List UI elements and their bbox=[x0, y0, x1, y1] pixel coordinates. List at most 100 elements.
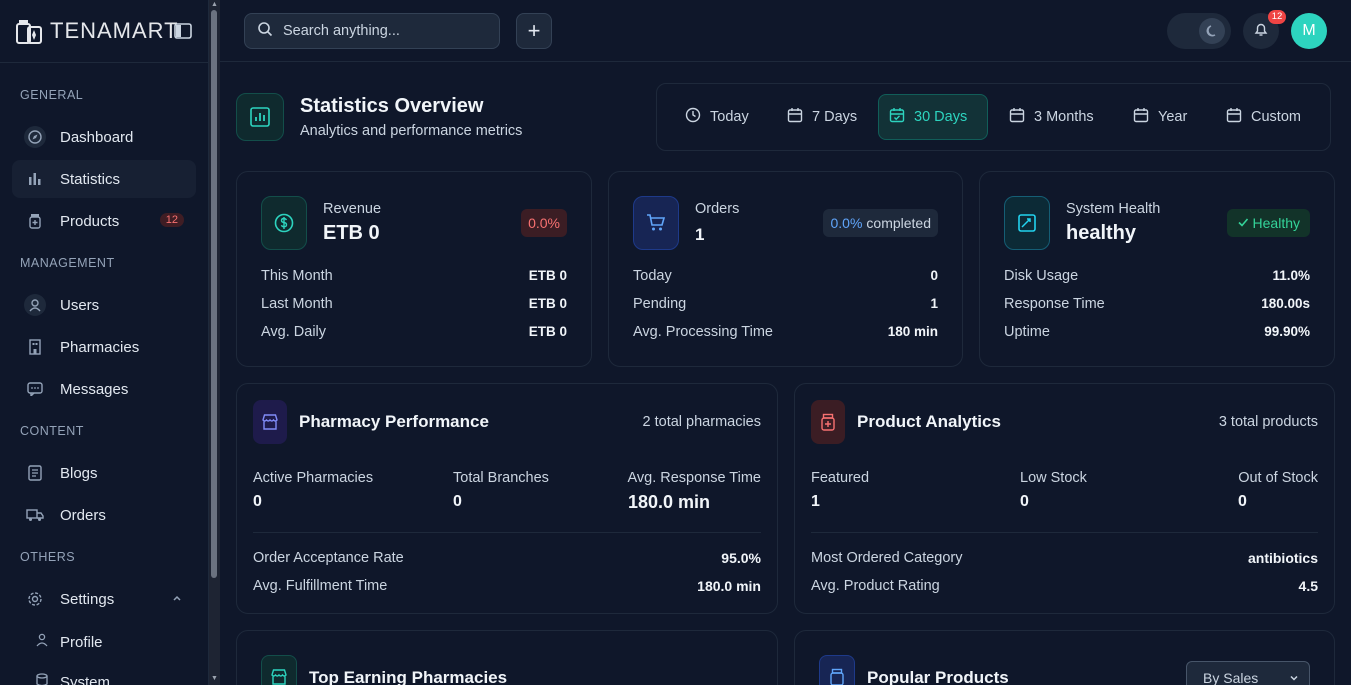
sidebar-item-statistics[interactable]: Statistics bbox=[12, 160, 196, 198]
range-custom-button[interactable]: Custom bbox=[1216, 94, 1311, 140]
statistics-header-icon bbox=[236, 93, 284, 141]
sidebar-subitem-system[interactable]: System bbox=[36, 673, 110, 685]
row-label: Today bbox=[633, 268, 672, 284]
search-placeholder: Search anything... bbox=[283, 23, 400, 39]
orders-value: 1 bbox=[695, 225, 705, 244]
calendar-icon bbox=[787, 107, 803, 127]
sidebar-item-products[interactable]: Products 12 bbox=[12, 202, 196, 240]
stat-label: Avg. Response Time bbox=[627, 470, 761, 486]
sidebar-item-dashboard[interactable]: Dashboard bbox=[12, 118, 196, 156]
metric-row: Order Acceptance Rate 95.0% bbox=[253, 550, 761, 566]
sidebar-item-users[interactable]: Users bbox=[12, 286, 196, 324]
sidebar-item-messages[interactable]: Messages bbox=[12, 370, 196, 408]
search-icon bbox=[257, 21, 273, 41]
sidebar-item-label: Dashboard bbox=[60, 128, 134, 146]
compass-icon bbox=[24, 126, 46, 148]
sidebar-item-label: Orders bbox=[60, 506, 106, 524]
row-value: 4.5 bbox=[1298, 578, 1318, 594]
divider bbox=[253, 532, 761, 533]
sidebar-item-label: Users bbox=[60, 296, 100, 314]
sort-select-value: By Sales bbox=[1203, 670, 1259, 685]
bell-icon bbox=[1253, 21, 1269, 42]
user-icon bbox=[36, 633, 48, 651]
pharmacy-count: 2 total pharmacies bbox=[642, 414, 761, 430]
range-label: 7 Days bbox=[812, 109, 858, 125]
row-label: Avg. Fulfillment Time bbox=[253, 578, 388, 594]
metric-row: Avg. Fulfillment Time 180.0 min bbox=[253, 578, 761, 594]
check-icon bbox=[1237, 215, 1249, 231]
notifications-button[interactable]: 12 bbox=[1243, 10, 1286, 49]
sidebar-item-label: Settings bbox=[60, 590, 115, 608]
row-value: 1 bbox=[930, 296, 938, 311]
section-others: OTHERS bbox=[20, 550, 76, 564]
range-7days-button[interactable]: 7 Days bbox=[777, 94, 867, 140]
health-value: healthy bbox=[1066, 222, 1137, 244]
sidebar-item-settings[interactable]: Settings bbox=[12, 580, 196, 618]
range-3months-button[interactable]: 3 Months bbox=[999, 94, 1104, 140]
row-value: 180.00s bbox=[1261, 296, 1310, 311]
row-label: Response Time bbox=[1004, 296, 1105, 312]
database-icon bbox=[36, 673, 48, 685]
metric-row: Most Ordered Category antibiotics bbox=[811, 550, 1318, 566]
search-input[interactable]: Search anything... bbox=[244, 13, 500, 49]
store-icon bbox=[253, 400, 287, 444]
sidebar-subitem-profile[interactable]: Profile bbox=[36, 633, 103, 651]
row-label: Avg. Product Rating bbox=[811, 578, 940, 594]
sort-select[interactable]: By Sales bbox=[1186, 661, 1310, 685]
range-label: Today bbox=[710, 109, 749, 125]
message-icon bbox=[24, 378, 46, 400]
sidebar-item-pharmacies[interactable]: Pharmacies bbox=[12, 328, 196, 366]
health-row: Response Time 180.00s bbox=[1004, 296, 1310, 312]
sidebar-item-label: Blogs bbox=[60, 464, 98, 482]
sidebar-item-label: Messages bbox=[60, 380, 129, 398]
range-30days-button[interactable]: 30 Days bbox=[878, 94, 988, 140]
product-analytics-title: Product Analytics bbox=[857, 412, 1001, 431]
row-value: 180 min bbox=[887, 324, 938, 339]
stat-value: 0 bbox=[253, 493, 262, 510]
section-general: GENERAL bbox=[20, 88, 84, 102]
sidebar-item-label: Statistics bbox=[60, 170, 121, 188]
row-label: Disk Usage bbox=[1004, 268, 1079, 284]
avatar[interactable]: M bbox=[1291, 13, 1327, 49]
range-label: 30 Days bbox=[914, 109, 968, 125]
revenue-card: Revenue ETB 0 0.0% This Month ETB 0 Last … bbox=[236, 171, 592, 367]
calendar-icon bbox=[1009, 107, 1025, 127]
medicine-bottle-icon bbox=[819, 655, 855, 685]
orders-row: Avg. Processing Time 180 min bbox=[633, 324, 938, 340]
sidebar-toggle-button[interactable] bbox=[173, 21, 193, 41]
store-icon bbox=[261, 655, 297, 685]
top-earning-title: Top Earning Pharmacies bbox=[309, 668, 508, 685]
row-value: antibiotics bbox=[1247, 550, 1318, 566]
sidebar-item-label: Products bbox=[60, 212, 120, 230]
range-label: Year bbox=[1158, 109, 1188, 125]
row-value: ETB 0 bbox=[528, 296, 567, 311]
sidebar-scrollbar[interactable]: ▲ ▼ bbox=[209, 0, 220, 685]
sidebar-item-blogs[interactable]: Blogs bbox=[12, 454, 196, 492]
row-label: This Month bbox=[261, 268, 333, 284]
medicine-bottle-icon bbox=[811, 400, 845, 444]
add-button[interactable]: + bbox=[516, 13, 552, 49]
row-label: Avg. Daily bbox=[261, 324, 327, 340]
row-label: Uptime bbox=[1004, 324, 1050, 340]
range-today-button[interactable]: Today bbox=[675, 94, 759, 140]
stat-value: 180.0 min bbox=[628, 492, 711, 512]
theme-toggle[interactable] bbox=[1167, 13, 1231, 49]
orders-row: Today 0 bbox=[633, 268, 938, 284]
stat-value: 0 bbox=[1238, 493, 1247, 510]
revenue-change-badge: 0.0% bbox=[521, 209, 567, 237]
scroll-down-icon[interactable]: ▼ bbox=[211, 675, 218, 682]
row-value: ETB 0 bbox=[528, 324, 567, 339]
range-year-button[interactable]: Year bbox=[1123, 94, 1197, 140]
range-label: Custom bbox=[1251, 109, 1301, 125]
completed-percent: 0.0% bbox=[830, 215, 863, 231]
calendar-icon bbox=[1133, 107, 1149, 127]
scroll-up-icon[interactable]: ▲ bbox=[211, 1, 218, 8]
notification-count-badge: 12 bbox=[1268, 10, 1286, 24]
products-count-badge: 12 bbox=[159, 213, 184, 227]
revenue-row: Avg. Daily ETB 0 bbox=[261, 324, 567, 340]
sidebar-item-orders[interactable]: Orders bbox=[12, 496, 196, 534]
stat-label: Out of Stock bbox=[1238, 470, 1318, 486]
brand-logo[interactable]: TENAMART bbox=[14, 16, 179, 46]
chevron-down-icon bbox=[1289, 670, 1299, 685]
scrollbar-thumb[interactable] bbox=[211, 10, 217, 578]
